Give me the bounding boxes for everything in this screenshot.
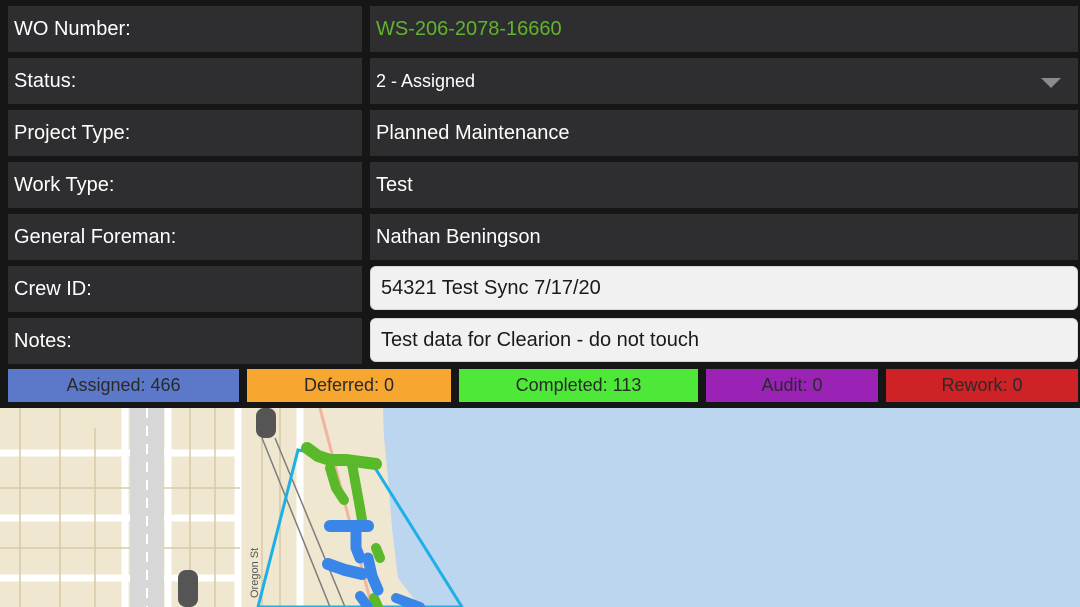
status-row: Status: 2 - Assigned: [0, 58, 1080, 104]
status-select-value: 2 - Assigned: [376, 70, 476, 91]
project-type-value: Planned Maintenance: [370, 110, 1078, 156]
map-canvas[interactable]: Oregon St: [0, 408, 1080, 607]
work-order-form: WO Number: WS-206-2078-16660 Status: 2 -…: [0, 0, 1080, 408]
work-type-value: Test: [370, 162, 1078, 208]
crew-id-row: Crew ID: 54321 Test Sync 7/17/20: [0, 266, 1080, 312]
crew-id-input[interactable]: 54321 Test Sync 7/17/20: [370, 266, 1078, 310]
general-foreman-label: General Foreman:: [8, 214, 362, 260]
crew-id-label: Crew ID:: [8, 266, 362, 312]
project-type-row: Project Type: Planned Maintenance: [0, 110, 1080, 156]
status-select[interactable]: 2 - Assigned: [370, 58, 1078, 104]
general-foreman-row: General Foreman: Nathan Beningson: [0, 214, 1080, 260]
map-water: [383, 408, 1080, 607]
rework-count-badge[interactable]: Rework: 0: [886, 369, 1078, 402]
project-type-label: Project Type:: [8, 110, 362, 156]
work-type-row: Work Type: Test: [0, 162, 1080, 208]
deferred-count-badge[interactable]: Deferred: 0: [247, 369, 451, 402]
status-counts-bar: Assigned: 466 Deferred: 0 Completed: 113…: [0, 369, 1080, 403]
wo-number-label: WO Number:: [8, 6, 362, 52]
notes-row: Notes: Test data for Clearion - do not t…: [0, 318, 1080, 364]
general-foreman-value: Nathan Beningson: [370, 214, 1078, 260]
work-area-map[interactable]: Oregon St: [0, 408, 1080, 607]
completed-count-badge[interactable]: Completed: 113: [459, 369, 698, 402]
wo-number-row: WO Number: WS-206-2078-16660: [0, 6, 1080, 52]
notes-input[interactable]: Test data for Clearion - do not touch: [370, 318, 1078, 362]
chevron-down-icon: [1041, 78, 1061, 88]
audit-count-badge[interactable]: Audit: 0: [706, 369, 878, 402]
map-street-label: Oregon St: [249, 548, 261, 598]
status-label: Status:: [8, 58, 362, 104]
wo-number-value: WS-206-2078-16660: [370, 6, 1078, 52]
assigned-count-badge[interactable]: Assigned: 466: [8, 369, 239, 402]
work-type-label: Work Type:: [8, 162, 362, 208]
notes-label: Notes:: [8, 318, 362, 364]
